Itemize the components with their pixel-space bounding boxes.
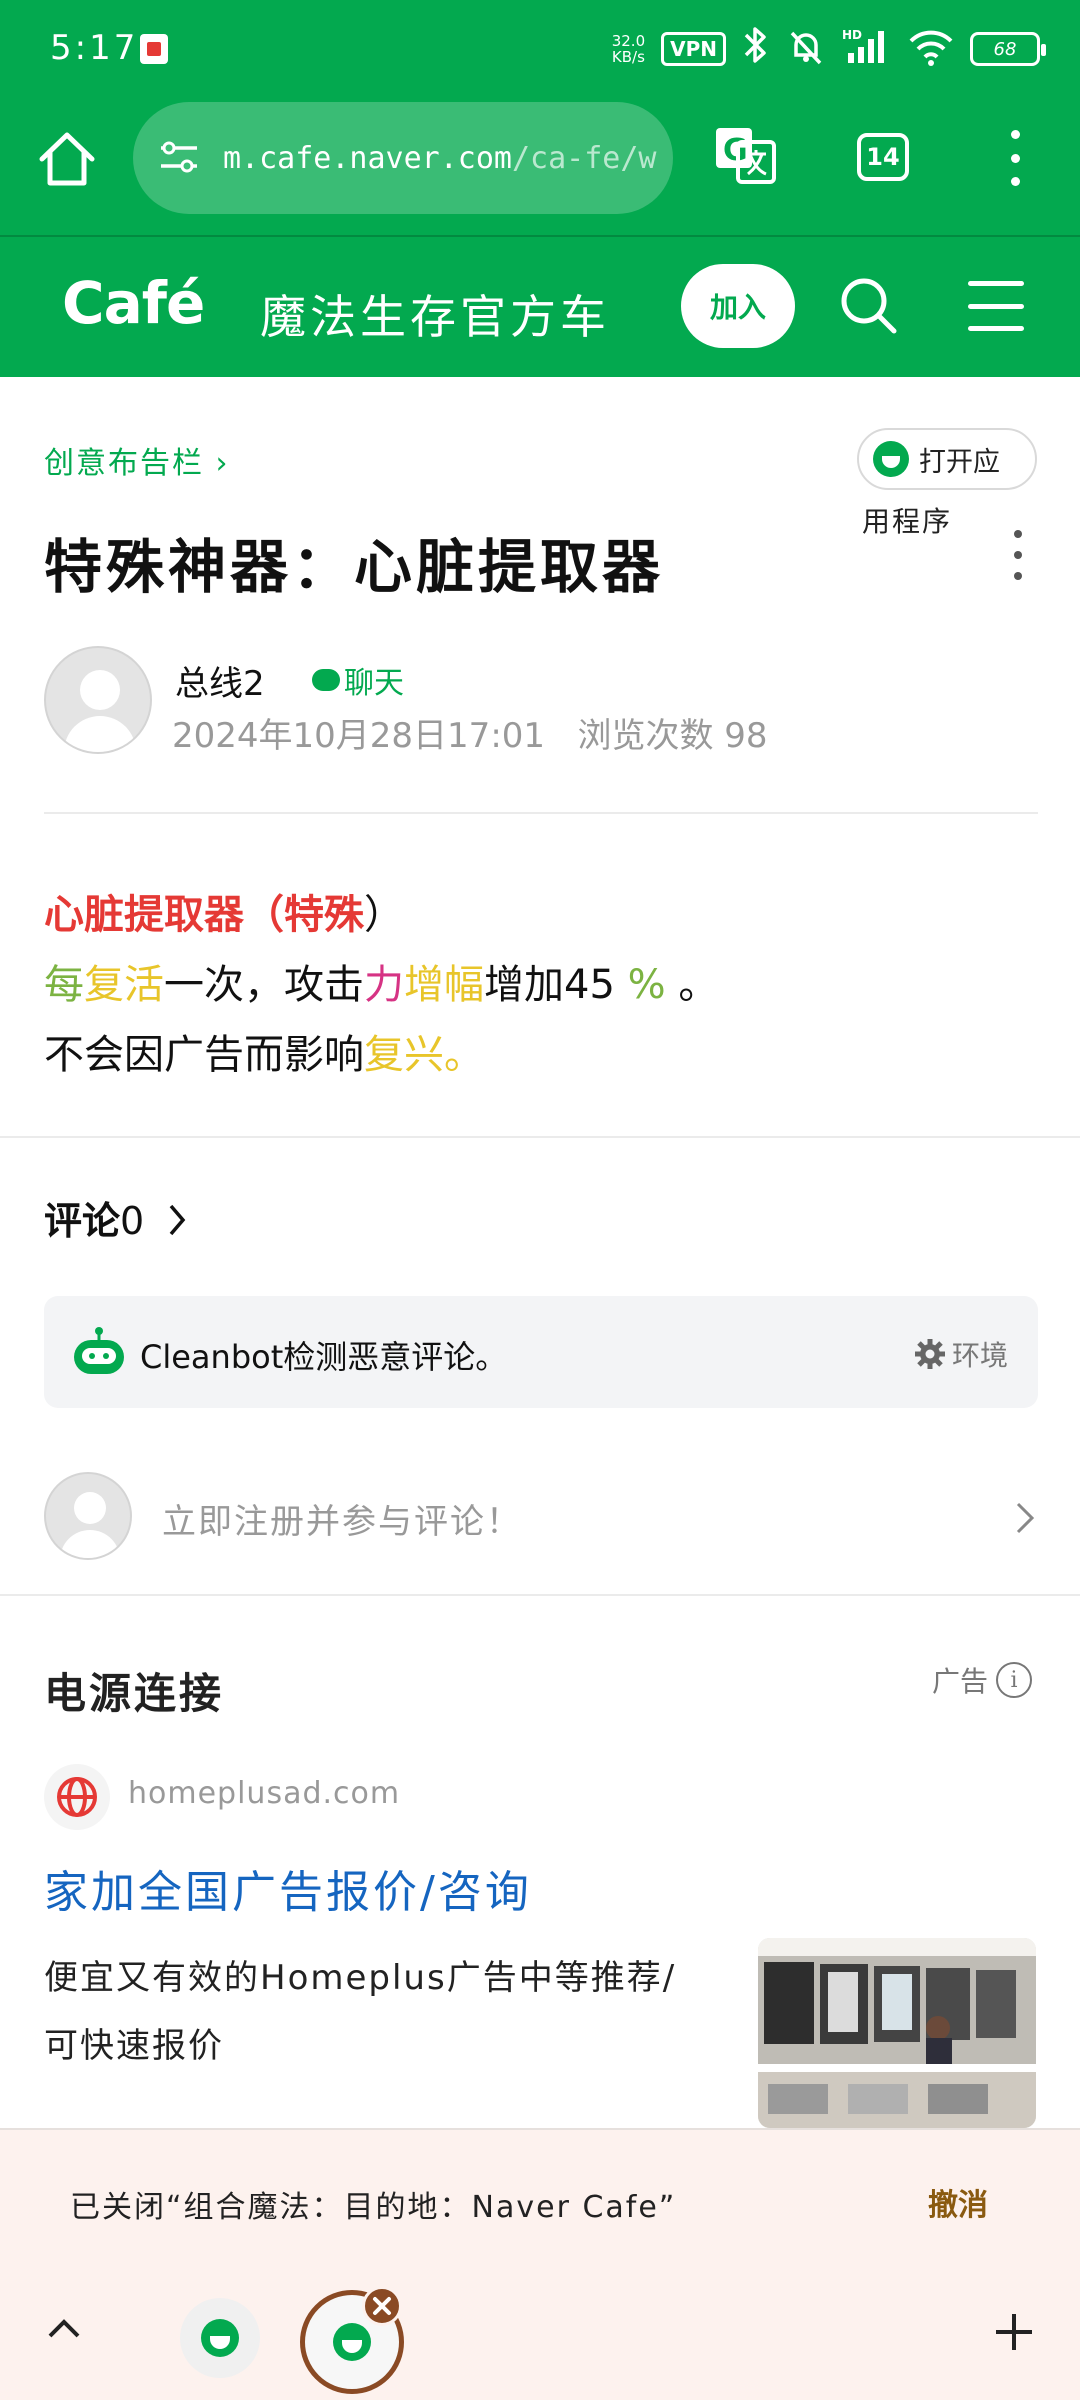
register-comment-prompt[interactable]: 立即注册并参与评论！ [162, 1494, 522, 1543]
comments-link[interactable]: 评论0 [44, 1190, 189, 1245]
author-name[interactable]: 总线2 [175, 656, 265, 705]
translate-icon: G [716, 128, 776, 184]
close-tab-button[interactable] [362, 2286, 402, 2326]
open-app-button-label-2[interactable]: 用程序 [862, 500, 952, 540]
status-time: 5:17 [50, 28, 139, 68]
search-button[interactable] [838, 275, 900, 337]
browser-menu-button[interactable] [1000, 130, 1030, 186]
ad-domain[interactable]: homeplusad.com [128, 1776, 400, 1811]
svg-text:G: G [723, 133, 748, 168]
ad-label[interactable]: 广告 i [932, 1660, 1033, 1700]
search-icon [841, 278, 897, 334]
address-bar[interactable]: m.cafe.naver.com/ca-fe/w [133, 102, 673, 214]
chevron-right-icon [170, 1204, 186, 1236]
post-date: 2024年10月28日17:01 [172, 716, 546, 756]
post-more-button[interactable] [1012, 530, 1024, 580]
battery-icon: 68 [970, 32, 1046, 66]
chevron-up-icon[interactable] [46, 2316, 82, 2340]
body-line-1: 心脏提取器（特殊） [44, 892, 404, 938]
chat-bubble-icon [312, 669, 340, 691]
ad-section-title: 电源连接 [44, 1669, 225, 1718]
cafe-logo[interactable]: Café [62, 269, 205, 337]
undo-button[interactable]: 撤消 [928, 2180, 988, 2224]
section-divider [0, 1136, 1080, 1138]
status-bar: 5:17 32.0 KB/s VPN HD 68 [0, 0, 1080, 100]
cleanbot-robot-icon [74, 1327, 124, 1374]
cafe-app-icon [873, 441, 909, 477]
new-tab-plus-icon[interactable] [994, 2312, 1034, 2352]
info-icon: i [996, 1662, 1033, 1698]
tab-switcher-button[interactable]: 14 [857, 133, 909, 181]
svg-text:HD: HD [842, 28, 862, 42]
wifi-icon [908, 27, 954, 71]
post-body: 心脏提取器（特殊） 每复活一次，攻击力增幅增加45 % 。 不会因广告而影响复兴… [44, 880, 718, 1090]
commenter-avatar [44, 1472, 132, 1560]
cafe-favicon-icon [201, 2319, 239, 2357]
bluetooth-icon [742, 25, 770, 74]
home-button[interactable] [32, 125, 102, 195]
divider [44, 812, 1038, 814]
join-button[interactable]: 加入 [681, 264, 795, 348]
chat-button[interactable]: 聊天 [312, 658, 404, 702]
body-line-2: 每复活一次，攻击力增幅增加45 % 。 [44, 962, 719, 1008]
translate-button[interactable]: G [712, 122, 778, 188]
cleanbot-settings-button[interactable]: 环境 [914, 1334, 1008, 1374]
section-divider [0, 1594, 1080, 1596]
post-meta: 2024年10月28日17:01 浏览次数 98 [172, 708, 768, 757]
homeplus-logo-icon [57, 1777, 97, 1817]
network-speed: 32.0 KB/s [611, 32, 646, 66]
site-settings-icon[interactable] [157, 138, 201, 178]
ad-description[interactable]: 便宜又有效的Homeplus广告中等推荐/可快速报价 [44, 1944, 704, 2080]
home-icon [39, 132, 95, 186]
body-line-3: 不会因广告而影响复兴。 [44, 1032, 484, 1078]
gear-icon [914, 1339, 945, 1369]
vpn-icon: VPN [661, 32, 726, 66]
author-avatar[interactable] [44, 646, 152, 754]
board-link[interactable]: 创意布告栏 › [44, 438, 230, 482]
ad-photo [758, 1938, 1036, 2128]
open-app-button[interactable]: 打开应 [857, 428, 1037, 490]
ad-image[interactable] [758, 1938, 1036, 2128]
cafe-favicon-icon [333, 2323, 371, 2361]
post-title: 特殊神器：心脏提取器 [44, 533, 665, 601]
close-icon [373, 2297, 391, 2315]
url-text[interactable]: m.cafe.naver.com/ca-fe/w [223, 141, 663, 176]
post-views: 浏览次数 98 [577, 716, 768, 756]
cleanbot-banner: Cleanbot检测恶意评论。 环境 [44, 1296, 1038, 1408]
advertiser-logo [44, 1764, 110, 1830]
snackbar-message: 已关闭“组合魔法：目的地：Naver Cafe” [70, 2190, 677, 2225]
mute-bell-icon [786, 27, 826, 71]
hamburger-menu-button[interactable] [968, 281, 1024, 331]
tab-group-strip [0, 2268, 1080, 2400]
cafe-header: Café 魔法生存官方车 加入 [0, 235, 1080, 377]
status-icons: 32.0 KB/s VPN HD 68 [611, 25, 1046, 74]
notification-app-icon [140, 34, 168, 64]
chevron-right-icon[interactable] [1014, 1500, 1036, 1536]
cafe-name[interactable]: 魔法生存官方车 [260, 281, 610, 347]
cleanbot-text: Cleanbot检测恶意评论。 [140, 1338, 508, 1376]
tab-thumbnail[interactable] [180, 2298, 260, 2378]
ad-headline[interactable]: 家加全国广告报价/咨询 [44, 1856, 532, 1920]
snackbar: 已关闭“组合魔法：目的地：Naver Cafe” 撤消 [0, 2128, 1080, 2268]
browser-toolbar: m.cafe.naver.com/ca-fe/w G 14 [0, 100, 1080, 235]
cell-signal-icon: HD [842, 27, 892, 71]
